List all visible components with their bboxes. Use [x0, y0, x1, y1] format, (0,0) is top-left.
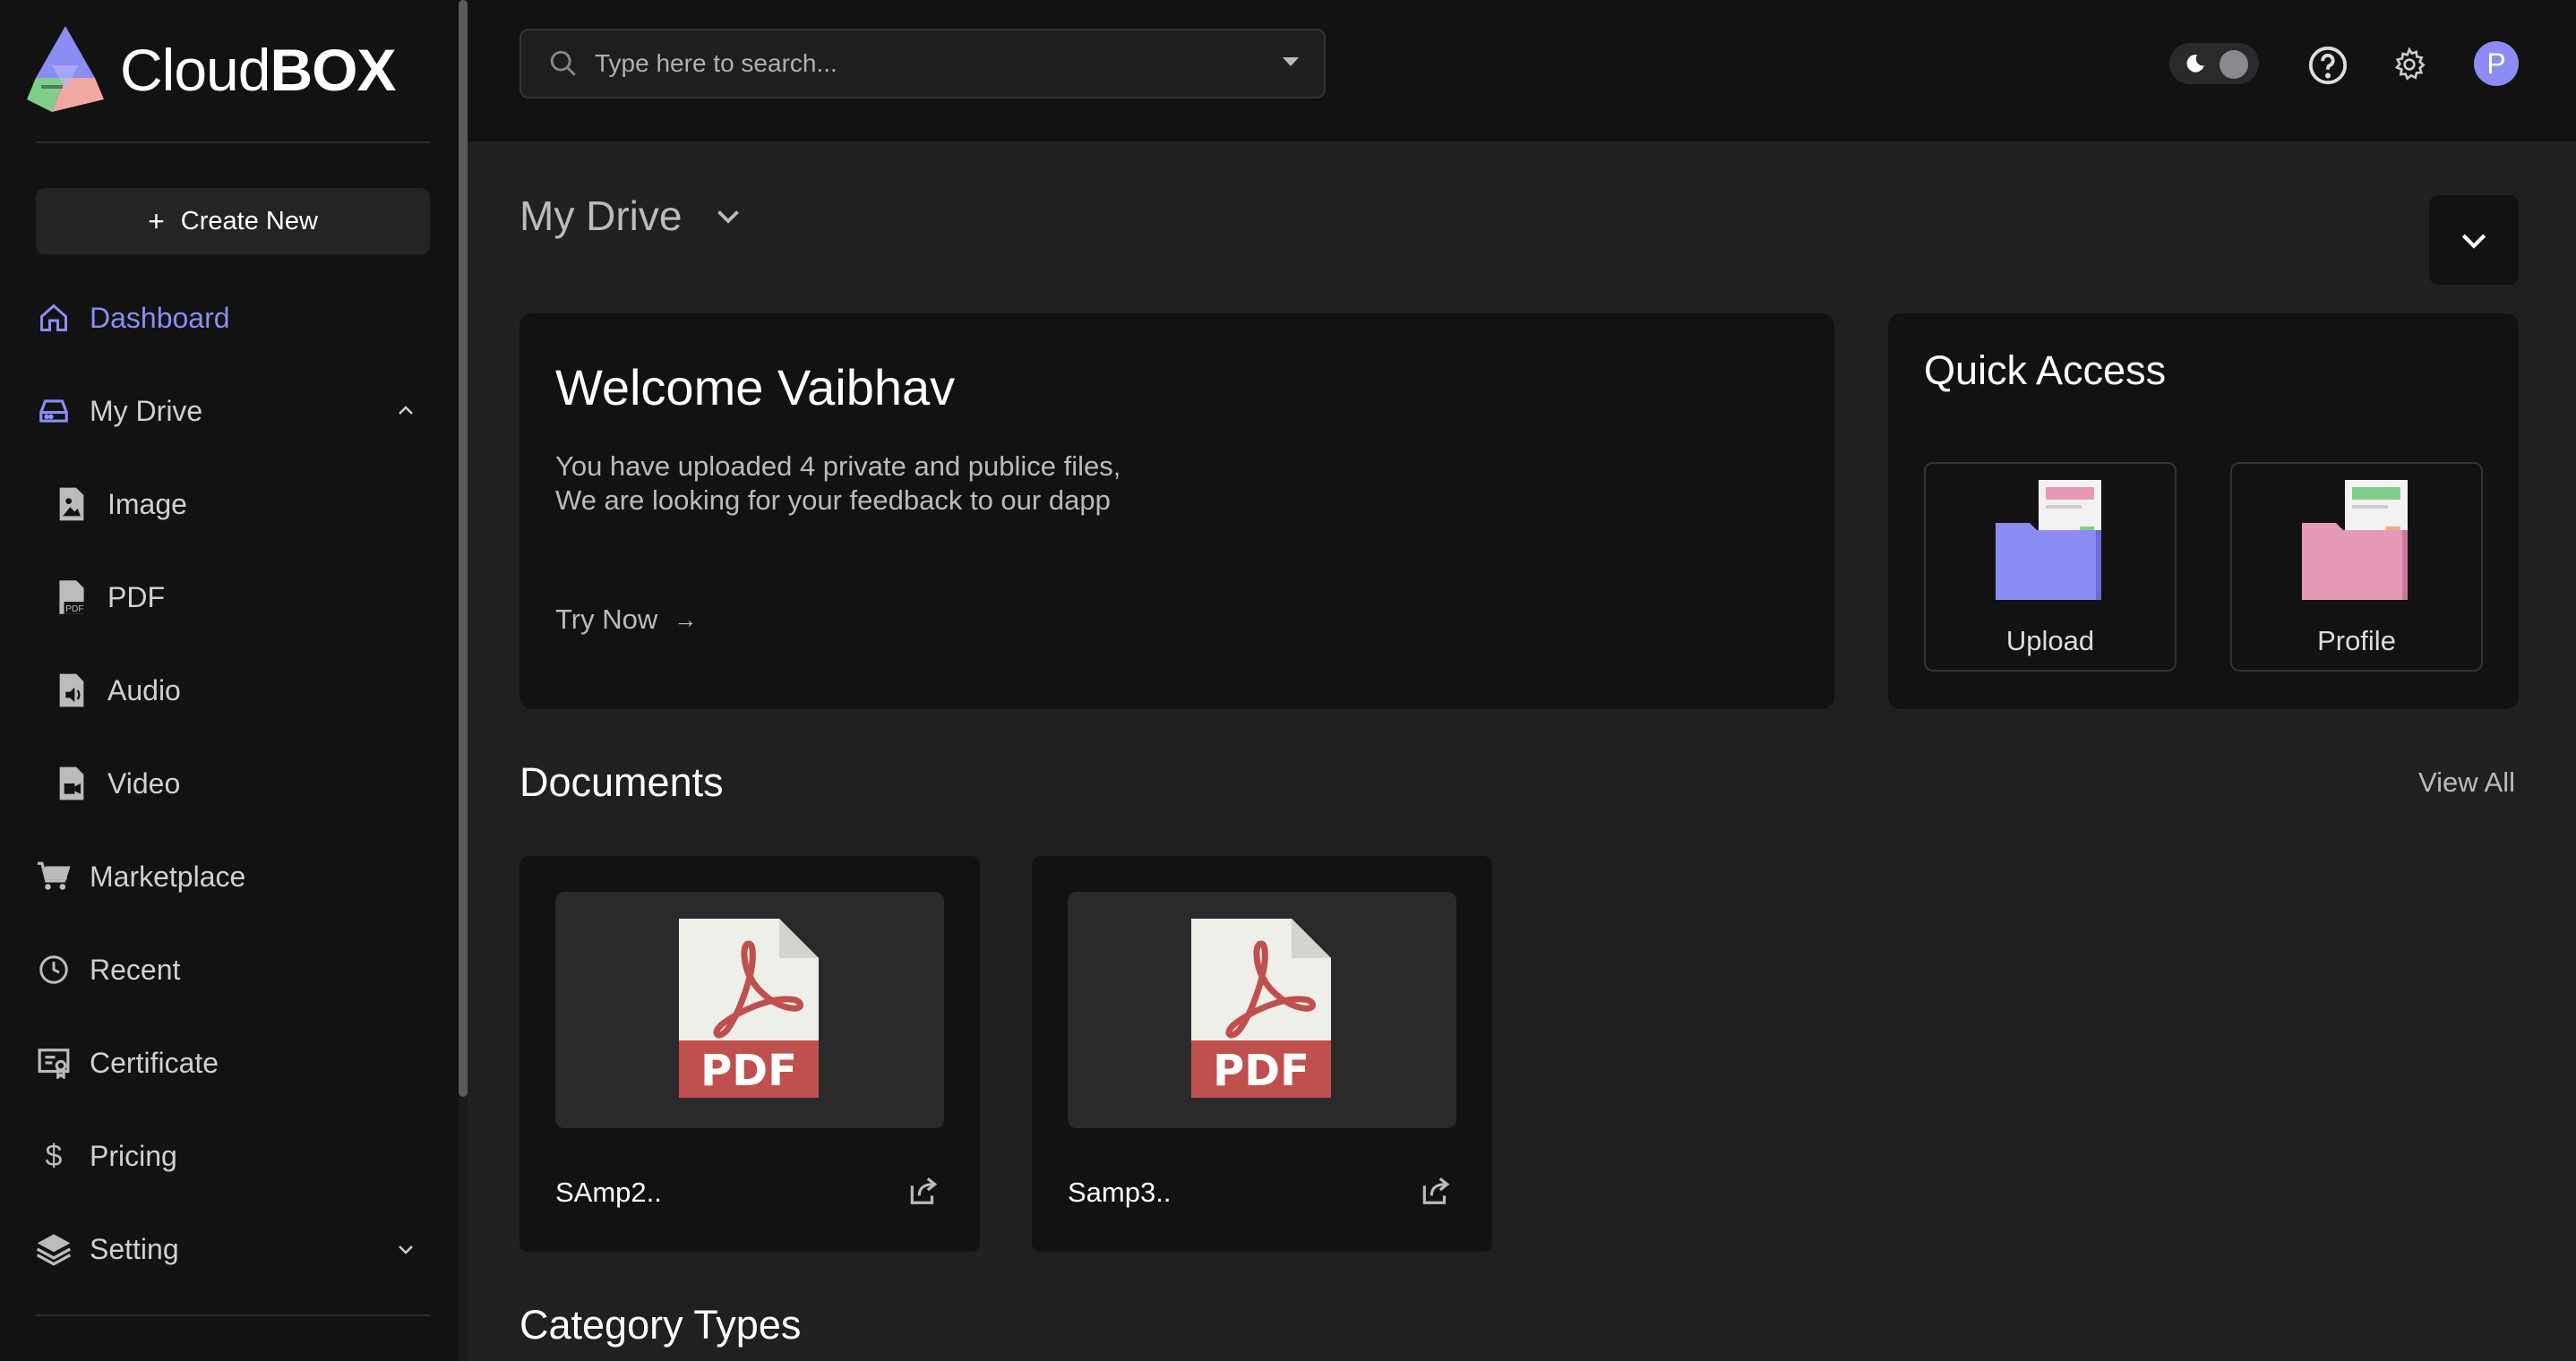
documents-title: Documents: [519, 759, 724, 805]
audio-file-icon: [54, 672, 90, 708]
create-new-button[interactable]: + Create New: [36, 188, 430, 254]
moon-icon: [2186, 55, 2204, 73]
chevron-up-icon[interactable]: [391, 396, 421, 426]
create-new-label: Create New: [180, 206, 318, 235]
category-types-title: Category Types: [519, 1302, 802, 1348]
quick-access-label: Upload: [2005, 625, 2095, 656]
sidebar-item-pricing[interactable]: $ Pricing: [36, 1125, 430, 1187]
pdf-file-icon: PDF: [679, 919, 819, 1098]
quick-access-profile[interactable]: Profile: [2230, 462, 2483, 672]
sidebar-item-marketplace[interactable]: Marketplace: [36, 845, 430, 908]
sidebar-divider: [36, 141, 430, 143]
sidebar-item-image[interactable]: Image: [54, 473, 448, 535]
purple-folder-icon: [1996, 480, 2101, 600]
theme-toggle[interactable]: [2169, 43, 2259, 84]
search-dropdown-icon[interactable]: [1283, 57, 1299, 66]
sidebar-item-video[interactable]: Video: [54, 752, 448, 815]
welcome-message-line: You have uploaded 4 private and publice …: [555, 450, 1121, 482]
pdf-file-icon: PDF: [54, 579, 90, 615]
sidebar-item-my-drive[interactable]: My Drive: [36, 380, 430, 442]
sidebar-item-dashboard[interactable]: Dashboard: [36, 287, 430, 349]
sidebar-item-certificate[interactable]: Certificate: [36, 1031, 430, 1094]
dollar-icon: $: [45, 1138, 63, 1173]
toggle-knob: [2220, 50, 2248, 79]
sidebar-item-audio[interactable]: Audio: [54, 659, 448, 722]
quick-access-upload[interactable]: Upload: [1924, 462, 2177, 672]
chevron-down-icon[interactable]: [712, 200, 744, 232]
chevron-down-icon[interactable]: [391, 1234, 421, 1264]
pink-folder-icon: [2302, 480, 2408, 600]
sidebar-item-label: Recent: [90, 953, 181, 986]
sidebar-item-label: Video: [107, 766, 181, 800]
svg-text:PDF: PDF: [65, 604, 83, 614]
document-card[interactable]: PDF SAmp2..: [519, 856, 980, 1252]
sidebar-item-label: Marketplace: [90, 860, 246, 893]
sidebar-item-label: Setting: [90, 1232, 179, 1265]
quick-access-label: Profile: [2317, 625, 2396, 656]
cloudbox-logo-icon: [27, 26, 104, 112]
welcome-title: Welcome Vaibhav: [555, 359, 956, 415]
sidebar: CloudBOX + Create New Dashboard My Drive…: [0, 0, 459, 1361]
sidebar-item-setting[interactable]: Setting: [36, 1218, 430, 1280]
pdf-type-label: PDF: [700, 1046, 797, 1096]
search-bar[interactable]: [519, 29, 1326, 98]
sidebar-divider: [36, 1314, 430, 1316]
share-icon[interactable]: [906, 1173, 940, 1207]
welcome-message: You have uploaded 4 private and publice …: [555, 449, 1121, 518]
pdf-file-icon: PDF: [1191, 919, 1331, 1098]
sidebar-item-label: PDF: [107, 580, 165, 613]
sidebar-item-label: Image: [107, 487, 187, 520]
search-icon: [550, 50, 576, 76]
sidebar-item-label: My Drive: [90, 394, 203, 427]
try-now-label: Try Now: [555, 603, 658, 635]
cart-icon: [36, 859, 72, 894]
home-icon: [36, 300, 72, 336]
page-title[interactable]: My Drive: [519, 192, 744, 240]
sidebar-item-recent[interactable]: Recent: [36, 938, 430, 1001]
welcome-message-line: We are looking for your feedback to our …: [555, 484, 1111, 516]
sidebar-scrollbar-thumb[interactable]: [459, 0, 468, 1097]
drive-icon: [36, 393, 72, 429]
avatar[interactable]: P: [2474, 41, 2519, 86]
quick-access-card: Quick Access Upload Profile: [1888, 313, 2519, 709]
chevron-down-icon: [2461, 234, 2486, 249]
document-name: Samp3..: [1068, 1177, 1172, 1208]
sidebar-item-label: Certificate: [90, 1046, 219, 1079]
brand-logo[interactable]: CloudBOX: [25, 21, 396, 118]
page-title-label: My Drive: [519, 193, 683, 239]
document-thumbnail: PDF: [1068, 892, 1456, 1128]
search-input[interactable]: [595, 49, 1240, 78]
quick-access-title: Quick Access: [1924, 347, 2167, 393]
sidebar-item-label: Dashboard: [90, 301, 230, 334]
document-card[interactable]: PDF Samp3..: [1032, 856, 1492, 1252]
image-file-icon: [54, 486, 90, 522]
try-now-link[interactable]: Try Now →: [555, 603, 697, 636]
view-all-link[interactable]: View All: [2418, 766, 2515, 799]
layers-icon: [36, 1231, 72, 1267]
video-file-icon: [54, 766, 90, 801]
collapse-toggle-button[interactable]: [2429, 195, 2519, 285]
sidebar-item-pdf[interactable]: PDF PDF: [54, 566, 448, 629]
document-name: SAmp2..: [555, 1177, 662, 1208]
clock-icon: [36, 952, 72, 988]
pdf-type-label: PDF: [1213, 1046, 1309, 1096]
brand-name: CloudBOX: [120, 37, 396, 103]
share-icon[interactable]: [1419, 1173, 1453, 1207]
help-icon[interactable]: [2307, 45, 2348, 86]
arrow-right-icon: →: [674, 605, 698, 633]
welcome-card: Welcome Vaibhav You have uploaded 4 priv…: [519, 313, 1834, 709]
gear-icon[interactable]: [2391, 47, 2427, 82]
document-thumbnail: PDF: [555, 892, 944, 1128]
sidebar-item-label: Audio: [107, 673, 181, 706]
sidebar-item-label: Pricing: [90, 1139, 177, 1172]
plus-icon: +: [148, 204, 165, 237]
certificate-icon: [36, 1045, 72, 1081]
